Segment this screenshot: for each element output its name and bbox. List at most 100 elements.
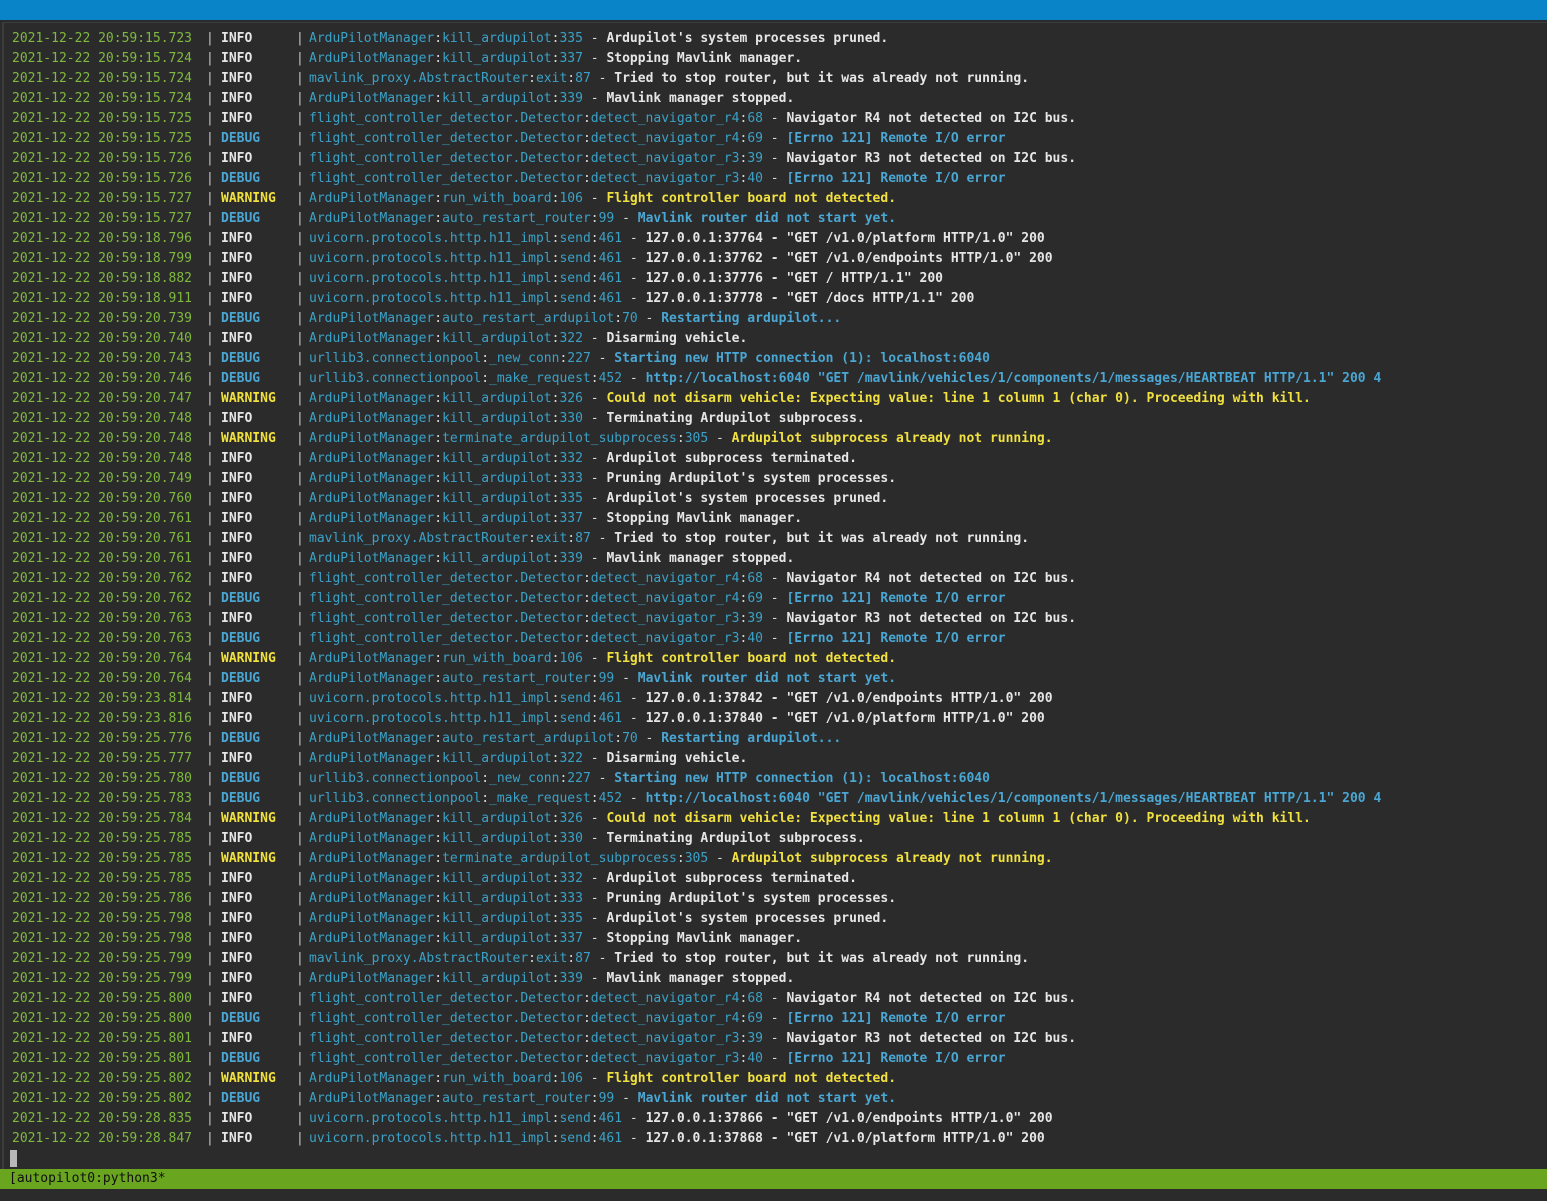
log-message: Terminating Ardupilot subprocess. bbox=[606, 831, 865, 846]
log-function: run_with_board bbox=[442, 191, 552, 206]
log-message: Ardupilot subprocess already not running… bbox=[731, 851, 1053, 866]
log-function: auto_restart_ardupilot bbox=[442, 311, 615, 326]
column-separator: | bbox=[206, 271, 214, 286]
column-separator: | bbox=[206, 291, 214, 306]
log-line-number: 305 bbox=[684, 851, 709, 866]
column-separator: | bbox=[296, 531, 304, 546]
log-message: [Errno 121] Remote I/O error bbox=[786, 1051, 1006, 1066]
log-module: flight_controller_detector.Detector bbox=[309, 1031, 583, 1046]
log-line-number: 339 bbox=[559, 91, 583, 106]
window-title-bar[interactable] bbox=[0, 0, 1547, 20]
location-colon: : bbox=[582, 111, 591, 126]
log-module: ArduPilotManager bbox=[309, 31, 435, 46]
log-location: flight_controller_detector.Detector:dete… bbox=[309, 989, 1076, 1009]
log-function: run_with_board bbox=[442, 1071, 552, 1086]
log-module: uvicorn.protocols.http.h11_impl bbox=[309, 691, 552, 706]
message-dash: - bbox=[762, 991, 787, 1006]
log-message: Ardupilot subprocess terminated. bbox=[606, 871, 857, 886]
location-colon: : bbox=[434, 831, 443, 846]
terminal-pane[interactable]: 2021-12-22 20:59:15.723 | INFO | ArduPilotMa… bbox=[2, 22, 1547, 1170]
message-dash: - bbox=[622, 231, 646, 246]
column-separator: | bbox=[296, 911, 304, 926]
log-location: uvicorn.protocols.http.h11_impl:send:461… bbox=[309, 1129, 1045, 1149]
log-location: flight_controller_detector.Detector:dete… bbox=[309, 629, 1006, 649]
message-dash: - bbox=[622, 691, 646, 706]
message-dash: - bbox=[622, 1131, 646, 1146]
column-separator: | bbox=[206, 571, 214, 586]
log-line: 2021-12-22 20:59:20.739 | DEBUG | ArduPilotM… bbox=[12, 309, 1542, 329]
log-function: kill_ardupilot bbox=[442, 511, 552, 526]
log-level: INFO bbox=[221, 71, 253, 86]
log-line-number: 339 bbox=[559, 551, 583, 566]
log-timestamp: 2021-12-22 20:59:25.785 bbox=[12, 871, 193, 886]
tmux-status-bar[interactable]: [autopilot0:python3* bbox=[0, 1169, 1547, 1189]
location-colon: : bbox=[582, 1051, 591, 1066]
log-line-number: 69 bbox=[747, 131, 763, 146]
log-message: http://localhost:6040 "GET /mavlink/vehi… bbox=[645, 791, 1382, 806]
location-colon: : bbox=[434, 471, 443, 486]
log-line-number: 322 bbox=[559, 751, 583, 766]
log-line: 2021-12-22 20:59:20.740 | INFO | ArduPilotMa… bbox=[12, 329, 1542, 349]
log-module: urllib3.connectionpool bbox=[309, 791, 482, 806]
log-message: 127.0.0.1:37866 - "GET /v1.0/endpoints H… bbox=[645, 1111, 1053, 1126]
log-timestamp: 2021-12-22 20:59:20.748 bbox=[12, 451, 193, 466]
log-module: uvicorn.protocols.http.h11_impl bbox=[309, 231, 552, 246]
column-separator: | bbox=[296, 771, 304, 786]
message-dash: - bbox=[637, 311, 662, 326]
log-line-number: 106 bbox=[559, 651, 583, 666]
column-separator: | bbox=[206, 1091, 214, 1106]
column-separator: | bbox=[206, 591, 214, 606]
log-line: 2021-12-22 20:59:15.726 | DEBUG | flight_con… bbox=[12, 169, 1542, 189]
log-message: Navigator R3 not detected on I2C bus. bbox=[786, 611, 1077, 626]
log-line-number: 461 bbox=[598, 271, 623, 286]
log-line-number: 461 bbox=[598, 291, 623, 306]
log-function: exit bbox=[535, 71, 568, 86]
message-dash: - bbox=[622, 711, 646, 726]
location-colon: : bbox=[590, 231, 599, 246]
message-dash: - bbox=[582, 511, 607, 526]
log-timestamp: 2021-12-22 20:59:23.816 bbox=[12, 711, 193, 726]
column-separator: | bbox=[296, 571, 304, 586]
log-level: INFO bbox=[221, 551, 253, 566]
location-colon: : bbox=[676, 851, 685, 866]
location-colon: : bbox=[582, 631, 591, 646]
message-dash: - bbox=[762, 571, 787, 586]
log-location: uvicorn.protocols.http.h11_impl:send:461… bbox=[309, 229, 1045, 249]
message-dash: - bbox=[622, 1111, 646, 1126]
log-line: 2021-12-22 20:59:15.724 | INFO | mavlink_pro… bbox=[12, 69, 1542, 89]
column-separator: | bbox=[296, 811, 304, 826]
log-line-number: 339 bbox=[559, 971, 583, 986]
location-colon: : bbox=[590, 671, 599, 686]
log-module: flight_controller_detector.Detector bbox=[309, 991, 583, 1006]
log-timestamp: 2021-12-22 20:59:25.799 bbox=[12, 971, 193, 986]
log-message: Stopping Mavlink manager. bbox=[606, 511, 803, 526]
column-separator: | bbox=[206, 991, 214, 1006]
log-level: INFO bbox=[221, 291, 253, 306]
log-level: INFO bbox=[221, 251, 253, 266]
log-function: detect_navigator_r4 bbox=[590, 131, 740, 146]
log-module: ArduPilotManager bbox=[309, 751, 435, 766]
message-dash: - bbox=[582, 891, 607, 906]
column-separator: | bbox=[296, 611, 304, 626]
log-function: auto_restart_router bbox=[442, 671, 591, 686]
log-module: flight_controller_detector.Detector bbox=[309, 591, 583, 606]
column-separator: | bbox=[296, 171, 304, 186]
log-message: Ardupilot's system processes pruned. bbox=[606, 911, 889, 926]
log-level: DEBUG bbox=[221, 731, 261, 746]
column-separator: | bbox=[296, 971, 304, 986]
window-tab-label[interactable]: [autopilot0:python3* bbox=[9, 1171, 166, 1186]
log-module: ArduPilotManager bbox=[309, 551, 435, 566]
log-line: 2021-12-22 20:59:20.763 | DEBUG | flight_con… bbox=[12, 629, 1542, 649]
log-function: send bbox=[559, 231, 591, 246]
log-function: send bbox=[559, 711, 591, 726]
log-line-number: 461 bbox=[598, 231, 623, 246]
log-location: ArduPilotManager:terminate_ardupilot_sub… bbox=[309, 849, 1053, 869]
log-timestamp: 2021-12-22 20:59:15.724 bbox=[12, 91, 193, 106]
log-level: INFO bbox=[221, 411, 253, 426]
log-function: detect_navigator_r4 bbox=[590, 1011, 740, 1026]
log-module: ArduPilotManager bbox=[309, 831, 435, 846]
log-timestamp: 2021-12-22 20:59:25.802 bbox=[12, 1091, 193, 1106]
log-level: WARNING bbox=[221, 811, 276, 826]
column-separator: | bbox=[296, 651, 304, 666]
log-timestamp: 2021-12-22 20:59:20.764 bbox=[12, 651, 193, 666]
